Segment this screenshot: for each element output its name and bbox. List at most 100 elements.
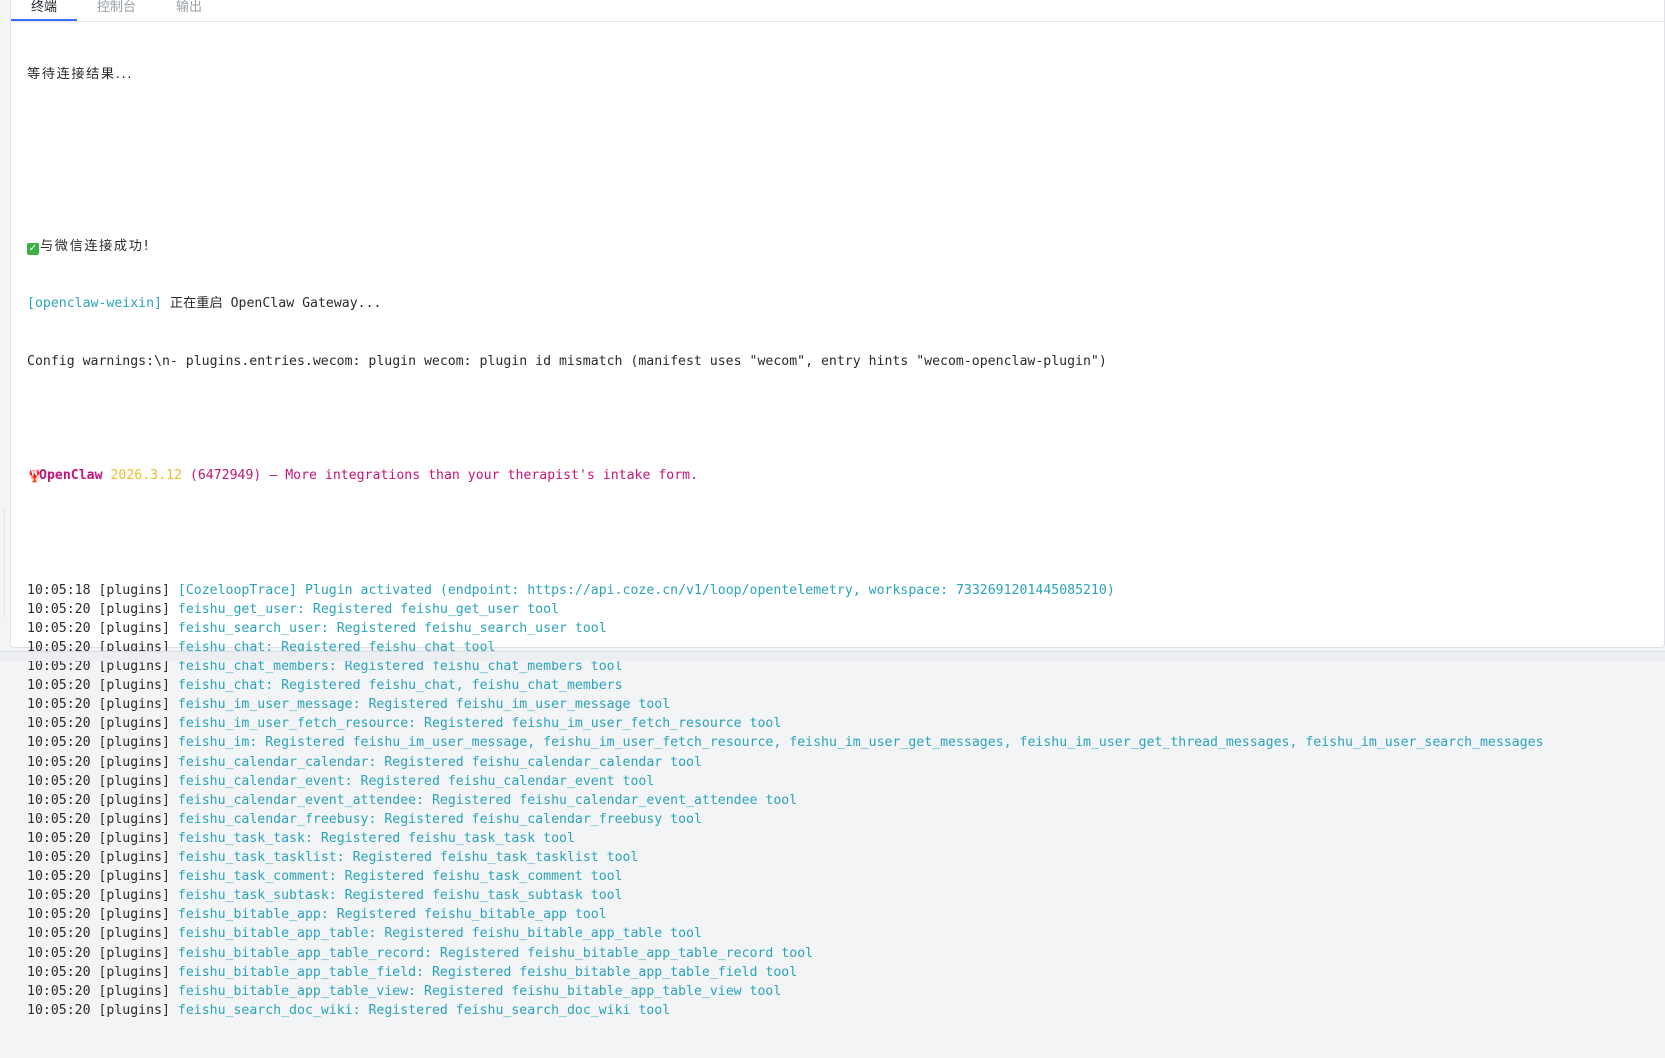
- config-warning-line: Config warnings:\n- plugins.entries.weco…: [27, 353, 1107, 369]
- log-time: 10:05:20: [27, 792, 91, 808]
- log-tag: [plugins]: [98, 926, 170, 942]
- log-tag: [plugins]: [98, 907, 170, 923]
- log-line: 10:05:20 [plugins] feishu_im_user_messag…: [27, 695, 1650, 714]
- log-tag: [plugins]: [98, 754, 170, 770]
- log-line: 10:05:20 [plugins] feishu_chat: Register…: [27, 676, 1650, 695]
- log-time: 10:05:20: [27, 811, 91, 827]
- log-message: feishu_bitable_app: Registered feishu_bi…: [177, 907, 607, 923]
- log-list: 10:05:18 [plugins] [CozeloopTrace] Plugi…: [27, 581, 1650, 1020]
- log-line: 10:05:20 [plugins] feishu_calendar_freeb…: [27, 810, 1650, 829]
- restart-line: [openclaw-weixin] 正在重启 OpenClaw Gateway.…: [27, 294, 1650, 313]
- log-line: 10:05:18 [plugins] [CozeloopTrace] Plugi…: [27, 581, 1650, 600]
- log-message: feishu_search_user: Registered feishu_se…: [177, 620, 607, 636]
- log-tag: [plugins]: [98, 945, 170, 961]
- log-line: 10:05:20 [plugins] feishu_task_comment: …: [27, 867, 1650, 886]
- banner-build: (6472949): [189, 468, 262, 484]
- log-message: feishu_im_user_message: Registered feish…: [177, 697, 671, 713]
- log-line: 10:05:20 [plugins] feishu_calendar_calen…: [27, 753, 1650, 772]
- log-message: [CozeloopTrace] Plugin activated (endpoi…: [177, 582, 1115, 598]
- log-message: feishu_bitable_app_table_field: Register…: [177, 964, 798, 980]
- log-line: 10:05:20 [plugins] feishu_search_user: R…: [27, 619, 1650, 638]
- log-line: 10:05:20 [plugins] feishu_im: Registered…: [27, 733, 1650, 752]
- log-message: feishu_bitable_app_table_view: Registere…: [177, 983, 782, 999]
- log-tag: [plugins]: [98, 964, 170, 980]
- log-time: 10:05:20: [27, 945, 91, 961]
- log-time: 10:05:20: [27, 697, 91, 713]
- log-line: 10:05:20 [plugins] feishu_calendar_event…: [27, 772, 1650, 791]
- log-tag: [plugins]: [98, 792, 170, 808]
- log-tag: [plugins]: [98, 869, 170, 885]
- log-time: 10:05:20: [27, 773, 91, 789]
- log-time: 10:05:20: [27, 983, 91, 999]
- tab-console[interactable]: 控制台: [77, 0, 156, 21]
- log-time: 10:05:20: [27, 754, 91, 770]
- log-message: feishu_im_user_fetch_resource: Registere…: [177, 716, 782, 732]
- panel-left-edge: [0, 508, 5, 618]
- log-tag: [plugins]: [98, 1002, 170, 1018]
- log-line: 10:05:20 [plugins] feishu_bitable_app: R…: [27, 905, 1650, 924]
- log-tag: [plugins]: [98, 773, 170, 789]
- log-line: 10:05:20 [plugins] feishu_bitable_app_ta…: [27, 924, 1650, 943]
- log-message: feishu_calendar_event_attendee: Register…: [177, 792, 798, 808]
- log-line: 10:05:20 [plugins] feishu_search_doc_wik…: [27, 1001, 1650, 1020]
- log-time: 10:05:20: [27, 850, 91, 866]
- log-message: feishu_calendar_event: Registered feishu…: [177, 773, 655, 789]
- log-message: feishu_im: Registered feishu_im_user_mes…: [177, 735, 1544, 751]
- log-time: 10:05:20: [27, 907, 91, 923]
- log-line: 10:05:20 [plugins] feishu_calendar_event…: [27, 791, 1650, 810]
- log-line: 10:05:20 [plugins] feishu_task_subtask: …: [27, 886, 1650, 905]
- log-tag: [plugins]: [98, 811, 170, 827]
- log-tag: [plugins]: [98, 620, 170, 636]
- log-tag: [plugins]: [98, 601, 170, 617]
- log-message: feishu_bitable_app_table_record: Registe…: [177, 945, 814, 961]
- log-message: feishu_bitable_app_table: Registered fei…: [177, 926, 702, 942]
- log-message: feishu_get_user: Registered feishu_get_u…: [177, 601, 560, 617]
- log-time: 10:05:20: [27, 735, 91, 751]
- banner-line: 🦞OpenClaw 2026.3.12 (6472949) — More int…: [27, 466, 1650, 485]
- log-line: 10:05:20 [plugins] feishu_task_task: Reg…: [27, 829, 1650, 848]
- banner-name: OpenClaw: [39, 468, 103, 484]
- log-message: feishu_chat: Registered feishu_chat, fei…: [177, 678, 623, 694]
- log-line: 10:05:20 [plugins] feishu_im_user_fetch_…: [27, 714, 1650, 733]
- log-tag: [plugins]: [98, 735, 170, 751]
- terminal-output[interactable]: 等待连接结果... ✓ 与微信连接成功! [openclaw-weixin] 正在…: [11, 22, 1664, 1058]
- log-time: 10:05:20: [27, 678, 91, 694]
- log-message: feishu_search_doc_wiki: Registered feish…: [177, 1002, 671, 1018]
- log-time: 10:05:20: [27, 716, 91, 732]
- log-time: 10:05:20: [27, 601, 91, 617]
- restart-text: 正在重启 OpenClaw Gateway...: [161, 296, 382, 312]
- log-line: 10:05:20 [plugins] feishu_bitable_app_ta…: [27, 982, 1650, 1001]
- waiting-line: 等待连接结果...: [27, 67, 134, 83]
- log-tag: [plugins]: [98, 659, 170, 675]
- check-mark-icon: ✓: [27, 243, 39, 256]
- log-tag: [plugins]: [98, 983, 170, 999]
- log-message: feishu_calendar_calendar: Registered fei…: [177, 754, 702, 770]
- log-tag: [plugins]: [98, 716, 170, 732]
- log-time: 10:05:18: [27, 582, 91, 598]
- log-tag: [plugins]: [98, 888, 170, 904]
- log-time: 10:05:20: [27, 888, 91, 904]
- log-line: 10:05:20 [plugins] feishu_get_user: Regi…: [27, 600, 1650, 619]
- log-time: 10:05:20: [27, 830, 91, 846]
- log-line: 10:05:20 [plugins] feishu_bitable_app_ta…: [27, 963, 1650, 982]
- terminal-panel: 终端 控制台 输出 等待连接结果... ✓ 与微信连接成功! [openclaw-…: [10, 0, 1665, 1018]
- banner-version: 2026.3.12: [110, 468, 182, 484]
- log-message: feishu_task_task: Registered feishu_task…: [177, 830, 575, 846]
- log-tag: [plugins]: [98, 678, 170, 694]
- log-tag: [plugins]: [98, 697, 170, 713]
- tab-terminal[interactable]: 终端: [11, 0, 78, 21]
- log-tag: [plugins]: [98, 582, 170, 598]
- log-message: feishu_task_tasklist: Registered feishu_…: [177, 850, 639, 866]
- log-line: 10:05:20 [plugins] feishu_task_tasklist:…: [27, 848, 1650, 867]
- log-tag: [plugins]: [98, 850, 170, 866]
- log-time: 10:05:20: [27, 869, 91, 885]
- log-time: 10:05:20: [27, 964, 91, 980]
- log-line: 10:05:20 [plugins] feishu_bitable_app_ta…: [27, 944, 1650, 963]
- log-time: 10:05:20: [27, 620, 91, 636]
- log-message: feishu_task_subtask: Registered feishu_t…: [177, 888, 623, 904]
- log-message: feishu_chat_members: Registered feishu_c…: [177, 659, 623, 675]
- log-tag: [plugins]: [98, 830, 170, 846]
- tab-output[interactable]: 输出: [156, 0, 222, 21]
- banner-tagline: — More integrations than your therapist'…: [261, 468, 699, 484]
- success-text: 与微信连接成功!: [40, 239, 151, 255]
